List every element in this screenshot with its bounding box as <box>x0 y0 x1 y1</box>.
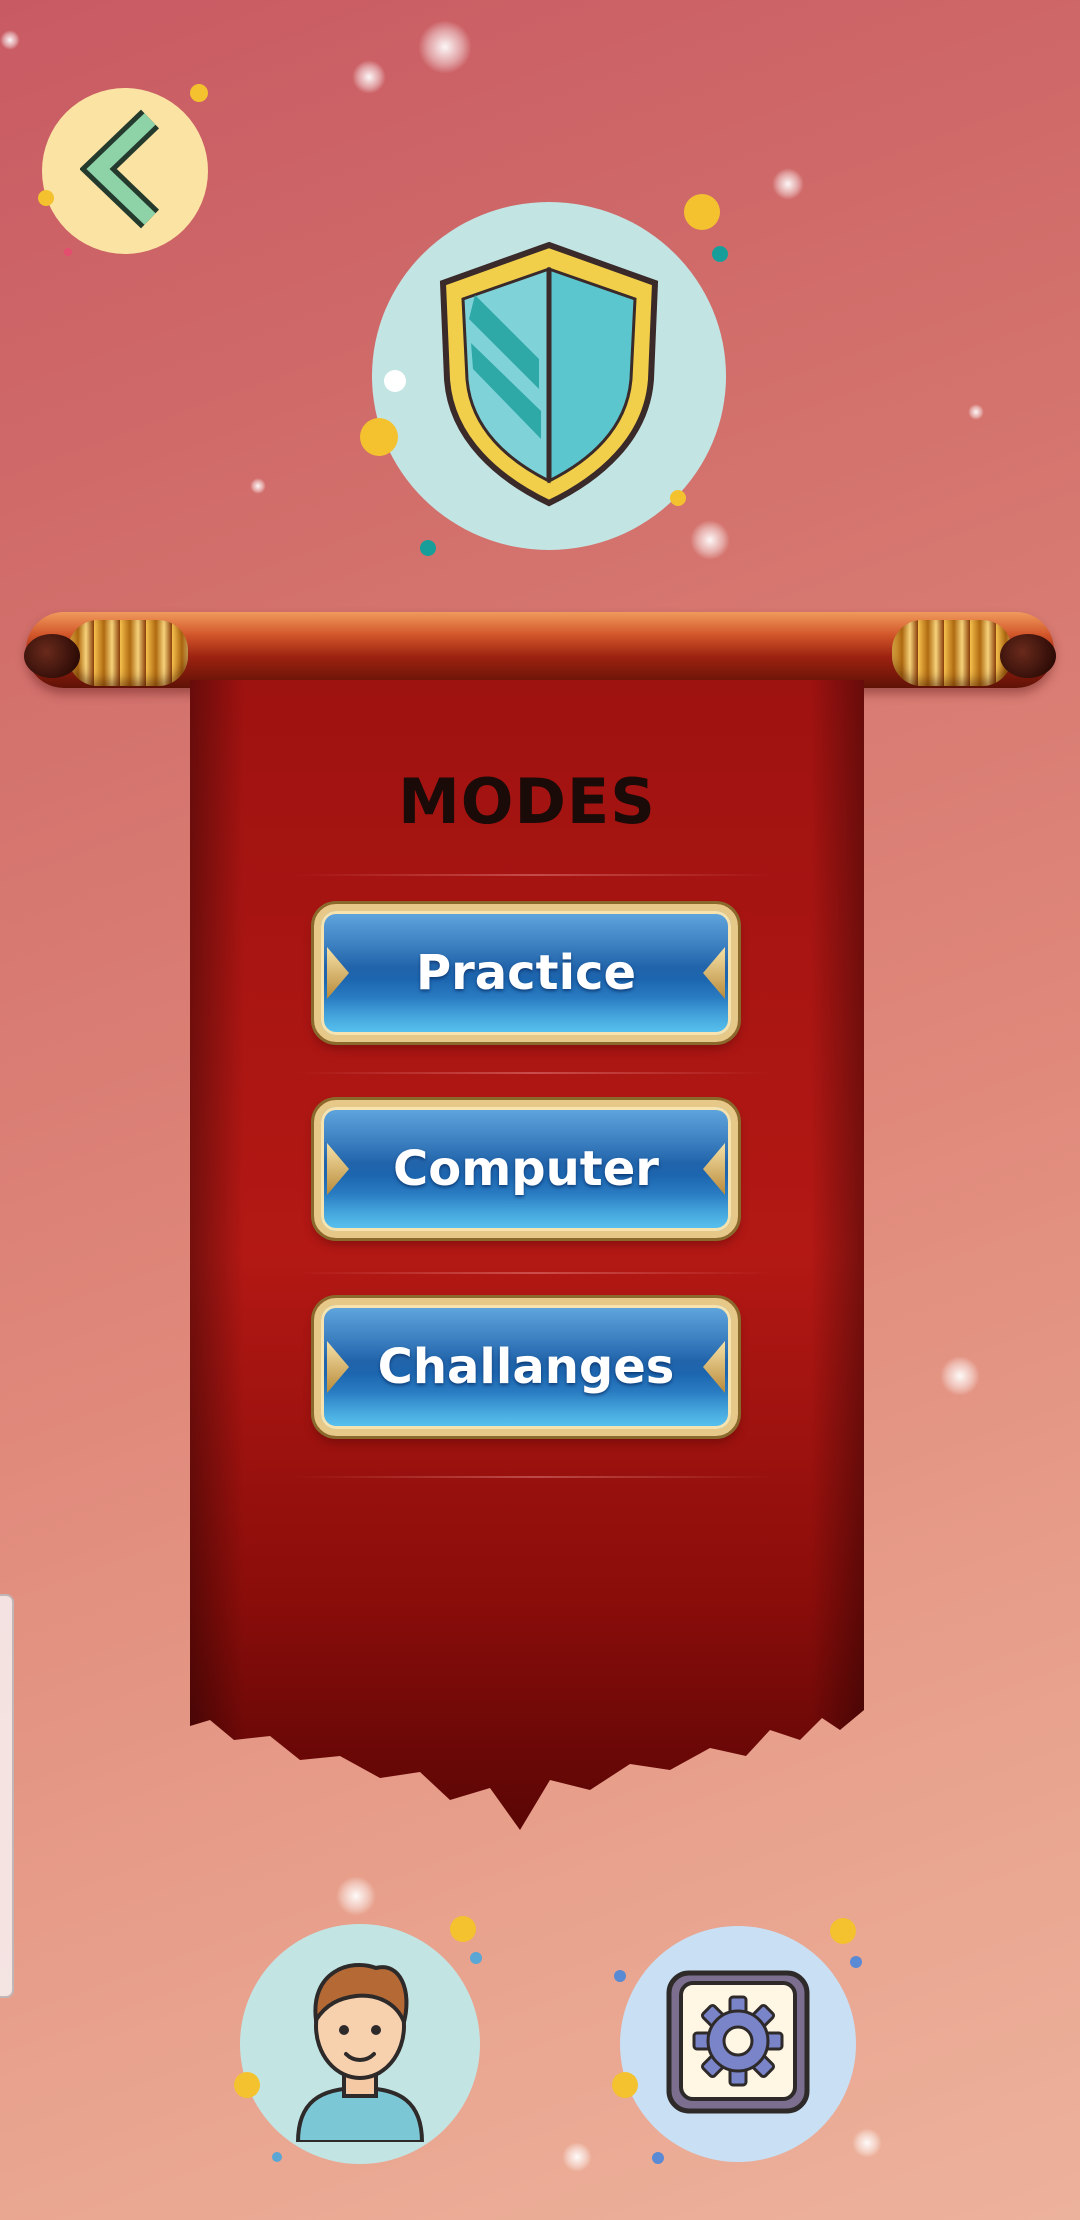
sparkle <box>852 2128 882 2158</box>
settings-button[interactable] <box>620 1926 856 2162</box>
decor-dot <box>712 246 728 262</box>
decor-dot <box>64 248 72 256</box>
sparkle <box>968 404 984 420</box>
decor-dot <box>614 1970 626 1982</box>
challenges-button-label: Challanges <box>377 1339 675 1395</box>
divider <box>295 874 773 876</box>
decor-dot <box>684 194 720 230</box>
decor-dot <box>234 2072 260 2098</box>
user-avatar-icon <box>280 1942 440 2146</box>
sparkle <box>690 520 730 560</box>
profile-button[interactable] <box>240 1924 480 2164</box>
sparkle <box>250 478 266 494</box>
decor-dot <box>470 1952 482 1964</box>
computer-button[interactable]: Computer <box>314 1100 738 1238</box>
back-button[interactable] <box>42 88 208 254</box>
scroll-rod-knob <box>24 634 80 678</box>
practice-button-label: Practice <box>415 945 637 1001</box>
decor-dot <box>830 1918 856 1944</box>
page-title: MODES <box>398 765 656 838</box>
practice-button[interactable]: Practice <box>314 904 738 1042</box>
decor-dot <box>272 2152 282 2162</box>
decor-dot <box>612 2072 638 2098</box>
challenges-button[interactable]: Challanges <box>314 1298 738 1436</box>
divider <box>295 1272 773 1274</box>
side-drawer-handle[interactable] <box>0 1594 14 1998</box>
sparkle <box>336 1876 376 1916</box>
scroll-rod-cap <box>892 620 1012 686</box>
sparkle <box>562 2142 592 2172</box>
divider <box>295 1476 773 1478</box>
sparkle <box>0 30 20 50</box>
decor-dot <box>670 490 686 506</box>
decor-dot <box>190 84 208 102</box>
sparkle <box>772 168 804 200</box>
sparkle <box>352 60 386 94</box>
decor-dot <box>384 370 406 392</box>
decor-dot <box>652 2152 664 2164</box>
scroll-rod-cap <box>68 620 188 686</box>
divider <box>295 1072 773 1074</box>
decor-dot <box>38 190 54 206</box>
computer-button-label: Computer <box>393 1141 659 1197</box>
chevron-left-icon <box>79 109 170 233</box>
scroll-rod-knob <box>1000 634 1056 678</box>
gear-icon <box>663 1967 813 2121</box>
decor-dot <box>360 418 398 456</box>
decor-dot <box>420 540 436 556</box>
decor-dot <box>450 1916 476 1942</box>
shield-icon <box>429 239 669 513</box>
sparkle <box>940 1356 980 1396</box>
sparkle <box>418 20 472 74</box>
decor-dot <box>850 1956 862 1968</box>
